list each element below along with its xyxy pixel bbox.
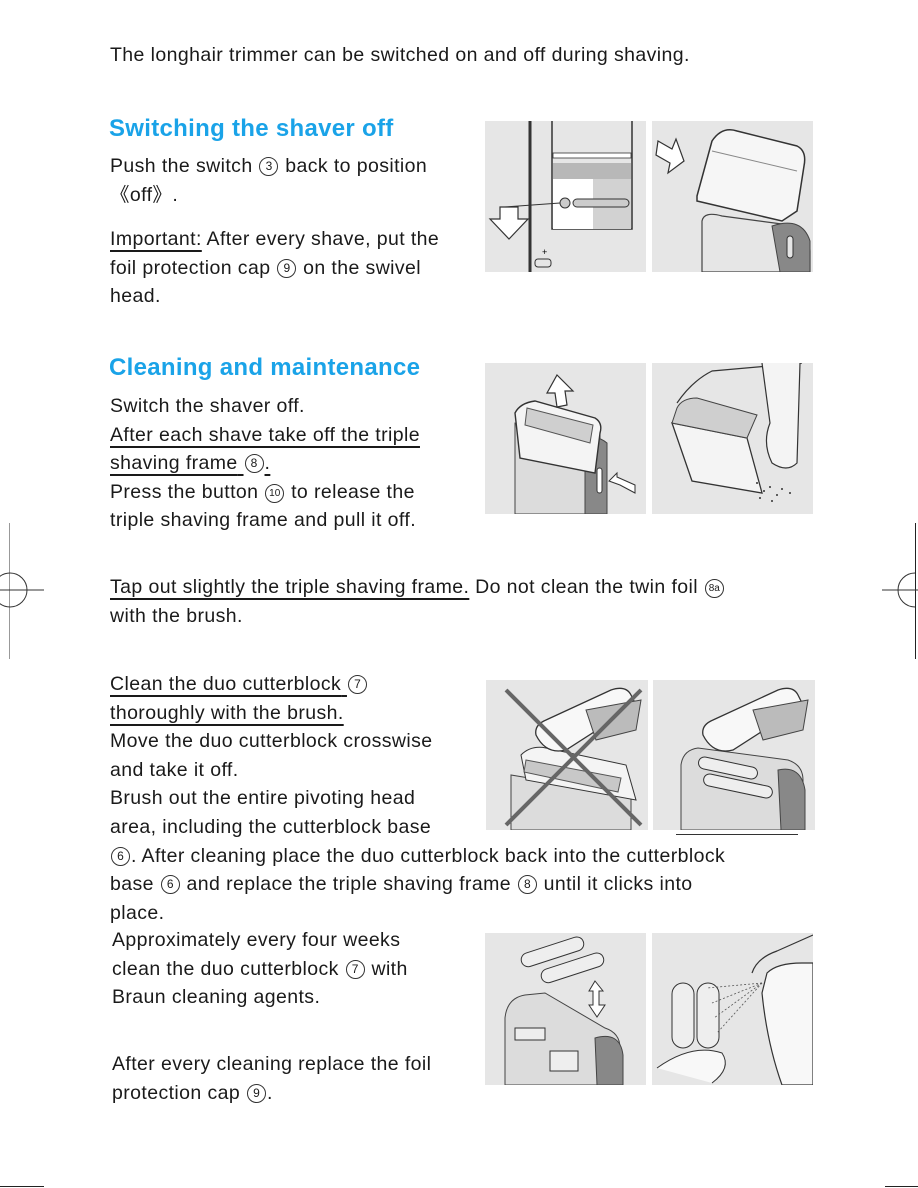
crop-mark-bottom-right <box>885 1186 918 1187</box>
registration-mark-right <box>882 572 918 608</box>
registration-mark-left <box>0 572 44 608</box>
replace-cap-instructions: After every cleaning replace the foil pr… <box>112 1053 432 1104</box>
cleaning-agents-instructions: Approximately every four weeks clean the… <box>112 929 408 1009</box>
release-frame-diagram <box>485 363 646 514</box>
ref-number: 7 <box>347 675 367 694</box>
ref-number: 3 <box>259 157 279 176</box>
switch-off-instructions: Push the switch 3 back to position 《off》… <box>110 155 428 206</box>
tap-frame-diagram <box>652 363 813 514</box>
foil-cap-diagram <box>652 121 813 272</box>
ref-number: 8a <box>704 579 724 598</box>
ref-number: 9 <box>246 1083 266 1103</box>
cleaning-instructions: Switch the shaver off. After each shave … <box>110 395 420 532</box>
section-heading-switching-off: Switching the shaver off <box>109 115 394 142</box>
wrong-brush-foil-diagram <box>486 680 648 830</box>
remove-cutterblock-diagram <box>485 933 646 1085</box>
ref-number: 6 <box>111 846 130 866</box>
switch-off-diagram: + <box>485 121 646 272</box>
tap-out-instructions: Tap out slightly the triple shaving fram… <box>110 573 725 630</box>
brush-cutterblock-diagram <box>653 680 815 830</box>
ref-number: 8 <box>244 454 264 474</box>
ref-number: 10 <box>265 483 285 503</box>
important-label: Important: <box>110 228 202 250</box>
spray-cleaning-diagram <box>652 933 813 1085</box>
divider-line <box>676 834 798 835</box>
ref-number: 6 <box>160 875 180 895</box>
ref-number: 7 <box>345 959 365 979</box>
ref-number: 9 <box>277 258 297 278</box>
intro-text: The longhair trimmer can be switched on … <box>110 44 690 66</box>
section-heading-cleaning: Cleaning and maintenance <box>109 354 421 381</box>
important-note: Important: After every shave, put the fo… <box>110 228 440 308</box>
ref-number: 8 <box>517 875 537 895</box>
crop-mark-bottom-left <box>0 1186 44 1187</box>
svg-text:+: + <box>542 247 547 257</box>
